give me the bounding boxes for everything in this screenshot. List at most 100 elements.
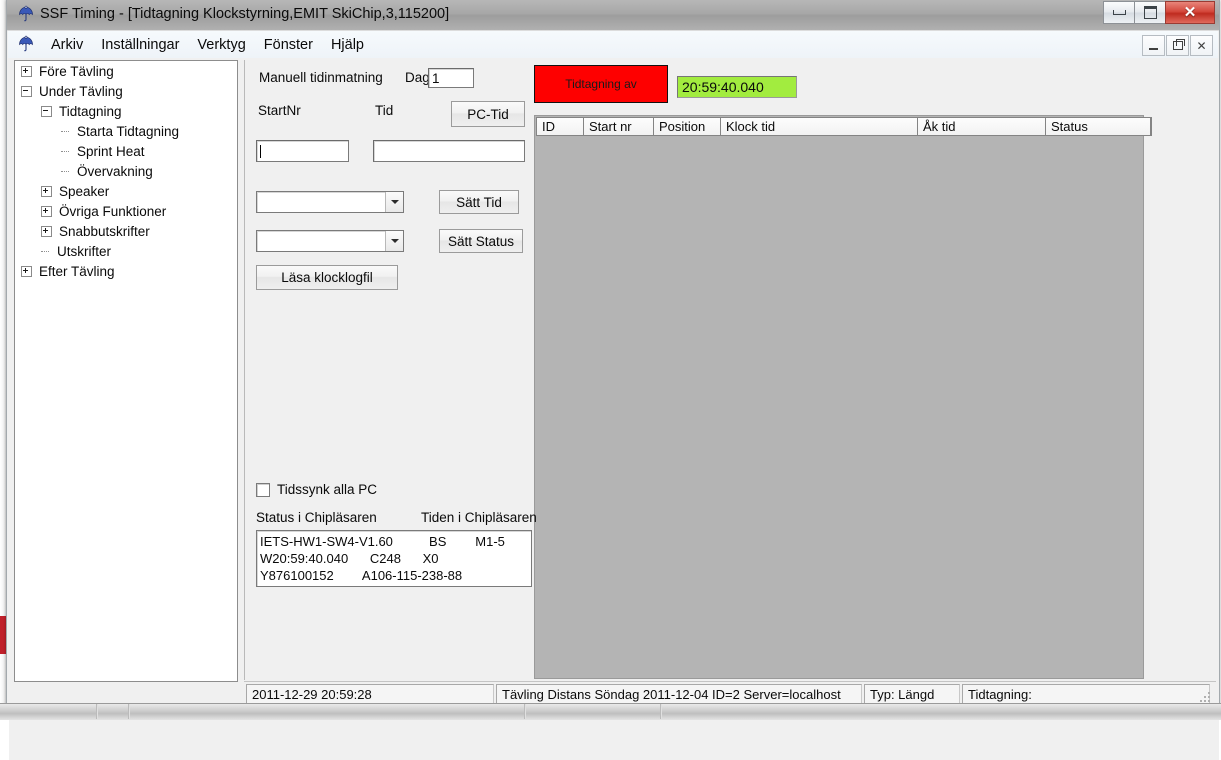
menu-item-fonster[interactable]: Fönster xyxy=(255,34,322,56)
taskbar-divider xyxy=(524,704,526,719)
menu-item-installningar[interactable]: Inställningar xyxy=(92,34,188,56)
minimize-icon xyxy=(1149,47,1158,50)
chevron-down-icon[interactable] xyxy=(385,192,403,212)
day-value: 1 xyxy=(432,70,440,86)
timing-form-panel: Manuell tidinmatning Dag 1 StartNr Tid P… xyxy=(244,60,1217,680)
tree-item-efter-t-vling[interactable]: Efter Tävling xyxy=(15,261,237,281)
tree-item-label: Under Tävling xyxy=(39,83,123,99)
results-grid[interactable]: ID Start nr Position Klock tid Åk tid Status xyxy=(534,115,1152,679)
tree-item-under-t-vling[interactable]: Under Tävling xyxy=(15,81,237,101)
minimize-icon xyxy=(1112,10,1126,15)
collapse-icon[interactable] xyxy=(21,85,32,97)
timesync-checkbox-label: Tidssynk alla PC xyxy=(277,482,378,497)
taskbar-divider xyxy=(660,704,662,719)
expand-icon[interactable] xyxy=(41,205,52,217)
tree-item-utskrifter[interactable]: Utskrifter xyxy=(15,241,237,261)
tree-item-label: Före Tävling xyxy=(39,63,114,79)
grid-header-id[interactable]: ID xyxy=(536,117,584,136)
chipreader-log[interactable]: IETS-HW1-SW4-V1.60 BS M1-5 W20:59:40.040 … xyxy=(256,530,532,587)
expand-icon[interactable] xyxy=(41,185,52,197)
tid-input[interactable] xyxy=(373,140,525,162)
timing-state-button[interactable]: Tidtagning av xyxy=(534,65,668,103)
menu-items: Arkiv Inställningar Verktyg Fönster Hjäl… xyxy=(42,31,373,58)
navigation-tree[interactable]: Före Tävling Under Tävling Tidtagning Start… xyxy=(14,60,238,682)
chipreader-log-line: Y876100152 A106-115-238-88 xyxy=(260,568,463,583)
menu-item-arkiv[interactable]: Arkiv xyxy=(42,34,92,56)
clock-display: 20:59:40.040 xyxy=(677,76,797,98)
expand-icon[interactable] xyxy=(21,265,32,277)
title-bar[interactable]: SSF Timing - [Tidtagning Klockstyrning,E… xyxy=(7,0,1219,31)
tree-item-label: Speaker xyxy=(59,183,110,199)
mdi-restore-button[interactable] xyxy=(1166,35,1189,56)
tree-line-icon xyxy=(41,247,50,256)
tree-item-label: Starta Tidtagning xyxy=(77,123,180,139)
tree-item-f-re-t-vling[interactable]: Före Tävling xyxy=(15,61,237,81)
lasa-klocklogfil-button[interactable]: Läsa klocklogfil xyxy=(256,265,398,290)
close-button[interactable]: ✕ xyxy=(1165,1,1215,24)
mdi-child-controls: ✕ xyxy=(1141,35,1213,56)
checkbox-box[interactable] xyxy=(256,482,270,497)
manual-time-label: Manuell tidinmatning xyxy=(259,70,383,85)
window-title: SSF Timing - [Tidtagning Klockstyrning,E… xyxy=(40,6,450,22)
main-window: SSF Timing - [Tidtagning Klockstyrning,E… xyxy=(6,0,1220,760)
umbrella-icon xyxy=(17,5,35,23)
grid-header--k-tid[interactable]: Åk tid xyxy=(918,117,1046,136)
tree-item-label: Utskrifter xyxy=(57,243,111,259)
tree-item-vervakning[interactable]: Övervakning xyxy=(15,161,237,181)
tid-label: Tid xyxy=(375,103,394,118)
status-cell-datetime: 2011-12-29 20:59:28 xyxy=(246,684,494,705)
mdi-minimize-button[interactable] xyxy=(1142,35,1165,56)
tree-item-tidtagning[interactable]: Tidtagning xyxy=(15,101,237,121)
chipreader-time-label: Tiden i Chipläsaren xyxy=(421,510,537,525)
mdi-child-icon[interactable] xyxy=(17,35,35,53)
menu-item-verktyg[interactable]: Verktyg xyxy=(188,34,254,56)
day-input[interactable]: 1 xyxy=(428,68,474,88)
restore-icon xyxy=(1172,38,1185,50)
collapse-icon[interactable] xyxy=(41,105,52,117)
tree-line-icon xyxy=(61,167,70,176)
pc-tid-button[interactable]: PC-Tid xyxy=(451,101,525,127)
text-caret xyxy=(260,144,261,158)
window-controls: ✕ xyxy=(1103,1,1215,24)
grid-header-start-nr[interactable]: Start nr xyxy=(584,117,654,136)
chipreader-log-line: W20:59:40.040 C248 X0 xyxy=(260,551,439,566)
chipreader-log-line: IETS-HW1-SW4-V1.60 BS M1-5 xyxy=(260,534,505,549)
tree-item-speaker[interactable]: Speaker xyxy=(15,181,237,201)
tree-item-starta-tidtagning[interactable]: Starta Tidtagning xyxy=(15,121,237,141)
status-combo-value xyxy=(257,192,385,212)
status-cell-competition: Tävling Distans Söndag 2011-12-04 ID=2 S… xyxy=(496,684,862,705)
resize-gripper-icon[interactable] xyxy=(1198,690,1212,704)
satt-status-button[interactable]: Sätt Status xyxy=(439,229,523,253)
grid-header-filler xyxy=(1151,117,1152,136)
status-cell-timing: Tidtagning: xyxy=(962,684,1210,705)
status-cell-type: Typ: Längd xyxy=(864,684,960,705)
expand-icon[interactable] xyxy=(41,225,52,237)
menu-item-hjalp[interactable]: Hjälp xyxy=(322,34,373,56)
satt-tid-button[interactable]: Sätt Tid xyxy=(439,190,519,214)
minimize-button[interactable] xyxy=(1103,1,1135,24)
grid-header-status[interactable]: Status xyxy=(1046,117,1151,136)
tree-item-vriga-funktioner[interactable]: Övriga Funktioner xyxy=(15,201,237,221)
taskbar-divider xyxy=(96,704,98,719)
tree-item-snabbutskrifter[interactable]: Snabbutskrifter xyxy=(15,221,237,241)
maximize-button[interactable] xyxy=(1134,1,1166,24)
tree-item-label: Snabbutskrifter xyxy=(59,223,150,239)
startnr-input[interactable] xyxy=(256,140,349,162)
tree-item-sprint-heat[interactable]: Sprint Heat xyxy=(15,141,237,161)
grid-header-klock-tid[interactable]: Klock tid xyxy=(721,117,918,136)
close-icon: ✕ xyxy=(1196,38,1207,53)
status-combo[interactable] xyxy=(256,191,404,213)
tree-item-label: Sprint Heat xyxy=(77,143,145,159)
grid-header-position[interactable]: Position xyxy=(654,117,721,136)
menu-bar: Arkiv Inställningar Verktyg Fönster Hjäl… xyxy=(8,31,1218,59)
maximize-icon xyxy=(1143,6,1157,19)
tree-item-label: Övervakning xyxy=(77,163,153,179)
chevron-down-icon[interactable] xyxy=(385,231,403,251)
tree-line-icon xyxy=(61,127,70,136)
timesync-checkbox[interactable]: Tidssynk alla PC xyxy=(256,482,377,497)
day-label: Dag xyxy=(405,70,430,85)
mdi-close-button[interactable]: ✕ xyxy=(1190,35,1213,56)
expand-icon[interactable] xyxy=(21,65,32,77)
taskbar[interactable] xyxy=(0,703,1221,720)
extra-combo[interactable] xyxy=(256,230,404,252)
